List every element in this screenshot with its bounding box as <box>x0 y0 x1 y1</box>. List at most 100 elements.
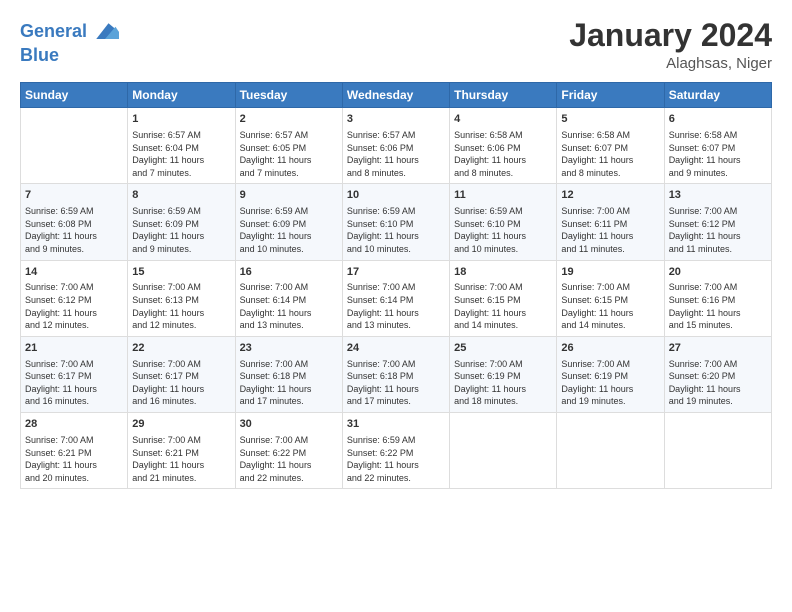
calendar-cell: 6 Sunrise: 6:58 AM Sunset: 6:07 PM Daylig… <box>664 108 771 184</box>
cell-info: Sunrise: 7:00 AM Sunset: 6:13 PM Dayligh… <box>132 281 230 331</box>
cell-info: Sunrise: 7:00 AM Sunset: 6:15 PM Dayligh… <box>561 281 659 331</box>
header-day: Tuesday <box>235 83 342 108</box>
calendar-table: SundayMondayTuesdayWednesdayThursdayFrid… <box>20 82 772 489</box>
day-number: 24 <box>347 341 445 356</box>
cell-info: Sunrise: 7:00 AM Sunset: 6:16 PM Dayligh… <box>669 281 767 331</box>
day-number: 11 <box>454 188 552 203</box>
cell-info: Sunrise: 6:59 AM Sunset: 6:22 PM Dayligh… <box>347 434 445 484</box>
cell-info: Sunrise: 6:58 AM Sunset: 6:07 PM Dayligh… <box>561 129 659 179</box>
calendar-cell: 20Sunrise: 7:00 AM Sunset: 6:16 PM Dayli… <box>664 260 771 336</box>
cell-info: Sunrise: 6:59 AM Sunset: 6:08 PM Dayligh… <box>25 205 123 255</box>
calendar-cell: 23 Sunrise: 7:00 AM Sunset: 6:18 PM Dayli… <box>235 336 342 412</box>
logo-text: General <box>20 22 87 42</box>
day-number: 12 <box>561 188 659 203</box>
calendar-cell: 27 Sunrise: 7:00 AM Sunset: 6:20 PM Dayli… <box>664 336 771 412</box>
cell-info: Sunrise: 7:00 AM Sunset: 6:21 PM Dayligh… <box>25 434 123 484</box>
cell-info: Sunrise: 6:59 AM Sunset: 6:10 PM Dayligh… <box>454 205 552 255</box>
calendar-cell: 9Sunrise: 6:59 AM Sunset: 6:09 PM Daylig… <box>235 184 342 260</box>
day-number: 2 <box>240 112 338 127</box>
day-number: 20 <box>669 265 767 280</box>
cell-info: Sunrise: 6:57 AM Sunset: 6:06 PM Dayligh… <box>347 129 445 179</box>
cell-info: Sunrise: 7:00 AM Sunset: 6:20 PM Dayligh… <box>669 358 767 408</box>
calendar-cell: 26Sunrise: 7:00 AM Sunset: 6:19 PM Dayli… <box>557 336 664 412</box>
header-day: Wednesday <box>342 83 449 108</box>
calendar-cell: 24 Sunrise: 7:00 AM Sunset: 6:18 PM Dayli… <box>342 336 449 412</box>
day-number: 15 <box>132 265 230 280</box>
cell-info: Sunrise: 7:00 AM Sunset: 6:19 PM Dayligh… <box>454 358 552 408</box>
cell-info: Sunrise: 7:00 AM Sunset: 6:22 PM Dayligh… <box>240 434 338 484</box>
calendar-week-row: 21 Sunrise: 7:00 AM Sunset: 6:17 PM Dayli… <box>21 336 772 412</box>
calendar-cell: 19Sunrise: 7:00 AM Sunset: 6:15 PM Dayli… <box>557 260 664 336</box>
header-day: Monday <box>128 83 235 108</box>
day-number: 1 <box>132 112 230 127</box>
cell-info: Sunrise: 7:00 AM Sunset: 6:18 PM Dayligh… <box>240 358 338 408</box>
cell-info: Sunrise: 7:00 AM Sunset: 6:18 PM Dayligh… <box>347 358 445 408</box>
cell-info: Sunrise: 7:00 AM Sunset: 6:14 PM Dayligh… <box>240 281 338 331</box>
day-number: 10 <box>347 188 445 203</box>
cell-info: Sunrise: 7:00 AM Sunset: 6:11 PM Dayligh… <box>561 205 659 255</box>
calendar-cell: 11 Sunrise: 6:59 AM Sunset: 6:10 PM Dayli… <box>450 184 557 260</box>
day-number: 16 <box>240 265 338 280</box>
calendar-cell: 21Sunrise: 7:00 AM Sunset: 6:17 PM Dayli… <box>21 336 128 412</box>
day-number: 23 <box>240 341 338 356</box>
calendar-cell: 17Sunrise: 7:00 AM Sunset: 6:14 PM Dayli… <box>342 260 449 336</box>
day-number: 14 <box>25 265 123 280</box>
cell-info: Sunrise: 7:00 AM Sunset: 6:12 PM Dayligh… <box>25 281 123 331</box>
calendar-cell: 16Sunrise: 7:00 AM Sunset: 6:14 PM Dayli… <box>235 260 342 336</box>
day-number: 7 <box>25 188 123 203</box>
cell-info: Sunrise: 6:57 AM Sunset: 6:04 PM Dayligh… <box>132 129 230 179</box>
logo: General Blue <box>20 18 119 66</box>
day-number: 6 <box>669 112 767 127</box>
day-number: 30 <box>240 417 338 432</box>
cell-info: Sunrise: 7:00 AM Sunset: 6:21 PM Dayligh… <box>132 434 230 484</box>
calendar-cell: 2Sunrise: 6:57 AM Sunset: 6:05 PM Daylig… <box>235 108 342 184</box>
cell-info: Sunrise: 7:00 AM Sunset: 6:17 PM Dayligh… <box>132 358 230 408</box>
cell-info: Sunrise: 7:00 AM Sunset: 6:19 PM Dayligh… <box>561 358 659 408</box>
day-number: 19 <box>561 265 659 280</box>
day-number: 3 <box>347 112 445 127</box>
day-number: 4 <box>454 112 552 127</box>
page-header: General Blue January 2024 Alaghsas, Nige… <box>20 18 772 72</box>
calendar-cell: 25 Sunrise: 7:00 AM Sunset: 6:19 PM Dayli… <box>450 336 557 412</box>
header-day: Friday <box>557 83 664 108</box>
calendar-week-row: 7 Sunrise: 6:59 AM Sunset: 6:08 PM Daylig… <box>21 184 772 260</box>
calendar-cell <box>21 108 128 184</box>
day-number: 8 <box>132 188 230 203</box>
calendar-cell: 30 Sunrise: 7:00 AM Sunset: 6:22 PM Dayli… <box>235 413 342 489</box>
calendar-cell <box>450 413 557 489</box>
calendar-cell: 22 Sunrise: 7:00 AM Sunset: 6:17 PM Dayli… <box>128 336 235 412</box>
calendar-week-row: 1 Sunrise: 6:57 AM Sunset: 6:04 PM Daylig… <box>21 108 772 184</box>
cell-info: Sunrise: 6:59 AM Sunset: 6:10 PM Dayligh… <box>347 205 445 255</box>
header-day: Saturday <box>664 83 771 108</box>
calendar-cell: 12 Sunrise: 7:00 AM Sunset: 6:11 PM Dayli… <box>557 184 664 260</box>
day-number: 25 <box>454 341 552 356</box>
calendar-cell: 13Sunrise: 7:00 AM Sunset: 6:12 PM Dayli… <box>664 184 771 260</box>
calendar-cell: 28 Sunrise: 7:00 AM Sunset: 6:21 PM Dayli… <box>21 413 128 489</box>
header-day: Thursday <box>450 83 557 108</box>
day-number: 13 <box>669 188 767 203</box>
calendar-week-row: 14Sunrise: 7:00 AM Sunset: 6:12 PM Dayli… <box>21 260 772 336</box>
logo-icon <box>91 18 119 46</box>
calendar-cell <box>664 413 771 489</box>
day-number: 18 <box>454 265 552 280</box>
day-number: 22 <box>132 341 230 356</box>
header-day: Sunday <box>21 83 128 108</box>
cell-info: Sunrise: 6:59 AM Sunset: 6:09 PM Dayligh… <box>132 205 230 255</box>
cell-info: Sunrise: 6:58 AM Sunset: 6:06 PM Dayligh… <box>454 129 552 179</box>
calendar-cell: 18Sunrise: 7:00 AM Sunset: 6:15 PM Dayli… <box>450 260 557 336</box>
calendar-cell: 15Sunrise: 7:00 AM Sunset: 6:13 PM Dayli… <box>128 260 235 336</box>
calendar-cell: 31 Sunrise: 6:59 AM Sunset: 6:22 PM Dayli… <box>342 413 449 489</box>
day-number: 27 <box>669 341 767 356</box>
calendar-cell: 4 Sunrise: 6:58 AM Sunset: 6:06 PM Daylig… <box>450 108 557 184</box>
day-number: 5 <box>561 112 659 127</box>
calendar-cell: 14Sunrise: 7:00 AM Sunset: 6:12 PM Dayli… <box>21 260 128 336</box>
day-number: 17 <box>347 265 445 280</box>
day-number: 28 <box>25 417 123 432</box>
cell-info: Sunrise: 7:00 AM Sunset: 6:14 PM Dayligh… <box>347 281 445 331</box>
day-number: 31 <box>347 417 445 432</box>
calendar-cell: 10 Sunrise: 6:59 AM Sunset: 6:10 PM Dayli… <box>342 184 449 260</box>
day-number: 21 <box>25 341 123 356</box>
cell-info: Sunrise: 6:58 AM Sunset: 6:07 PM Dayligh… <box>669 129 767 179</box>
calendar-cell: 1 Sunrise: 6:57 AM Sunset: 6:04 PM Daylig… <box>128 108 235 184</box>
calendar-cell: 29Sunrise: 7:00 AM Sunset: 6:21 PM Dayli… <box>128 413 235 489</box>
